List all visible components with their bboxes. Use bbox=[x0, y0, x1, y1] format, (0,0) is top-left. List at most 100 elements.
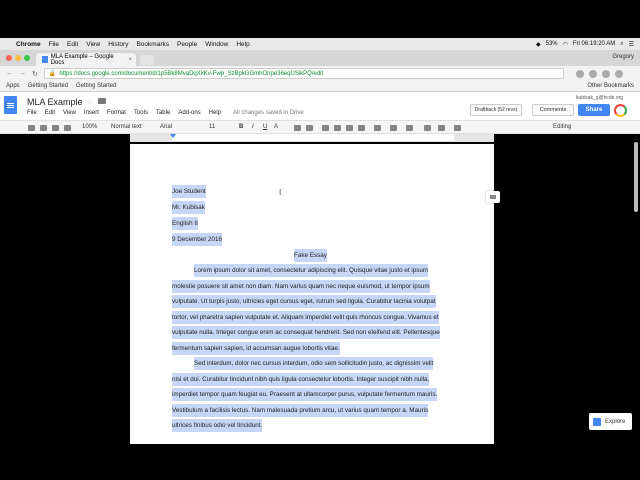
doc-line[interactable]: Sed interdum, dolor nec cursus interdum,… bbox=[194, 357, 434, 370]
docs-menu-table[interactable]: Table bbox=[156, 110, 170, 116]
share-button[interactable]: Share bbox=[578, 104, 610, 116]
doc-line[interactable]: vulputate. Ut turpis justo, ultricies eg… bbox=[172, 295, 436, 308]
battery-percent[interactable]: 53% bbox=[546, 41, 558, 47]
editing-mode-select[interactable]: Editing bbox=[553, 124, 571, 130]
profile-name[interactable]: Gregory bbox=[612, 54, 634, 60]
doc-line[interactable]: 9 December 2016 bbox=[172, 233, 223, 246]
align-justify-icon[interactable] bbox=[358, 125, 365, 131]
browser-tab[interactable]: MLA Example – Google Docs × bbox=[36, 53, 136, 66]
docs-menu-edit[interactable]: Edit bbox=[45, 110, 55, 116]
doc-line[interactable]: ultrices finibus odio vel tincidunt. bbox=[172, 419, 263, 432]
draftback-button[interactable]: Draftback (52 revs) bbox=[470, 104, 522, 116]
menu-view[interactable]: View bbox=[86, 41, 100, 48]
maximize-window-icon[interactable] bbox=[24, 55, 30, 61]
indent-marker-icon[interactable] bbox=[170, 134, 176, 138]
folder-icon[interactable] bbox=[98, 98, 106, 104]
doc-line[interactable]: vulputate nulla. Integer congue enim ac … bbox=[172, 326, 440, 339]
menu-help[interactable]: Help bbox=[236, 41, 249, 48]
wifi-icon[interactable]: ◠ bbox=[563, 41, 568, 48]
increase-indent-icon[interactable] bbox=[438, 125, 445, 131]
extension-icon[interactable] bbox=[588, 69, 597, 78]
doc-line[interactable]: Joe Student bbox=[172, 185, 206, 198]
undo-icon[interactable] bbox=[40, 125, 47, 131]
back-icon[interactable]: ← bbox=[6, 70, 13, 77]
address-bar[interactable]: 🔒 https://docs.google.com/document/d/1p5… bbox=[43, 68, 564, 79]
doc-essay-title[interactable]: Fake Essay bbox=[294, 249, 327, 262]
extension-icon-2[interactable] bbox=[601, 69, 610, 78]
italic-button[interactable]: I bbox=[252, 124, 254, 130]
doc-line[interactable]: Vestibulum a facilisis lectus. Nam males… bbox=[172, 404, 429, 417]
bookmark-getting-started-2[interactable]: Getting Started bbox=[76, 83, 116, 89]
menu-history[interactable]: History bbox=[108, 41, 128, 48]
close-tab-icon[interactable]: × bbox=[128, 57, 132, 63]
document-page[interactable]: Joe Student Mr. Kubisak English II 9 Dec… bbox=[130, 144, 494, 444]
zoom-select[interactable]: 100% bbox=[82, 124, 97, 130]
dropbox-icon[interactable]: ◆ bbox=[536, 41, 541, 48]
docs-menu-tools[interactable]: Tools bbox=[134, 110, 148, 116]
explore-button[interactable]: Explore bbox=[589, 413, 632, 430]
menu-window[interactable]: Window bbox=[205, 41, 228, 48]
bulleted-list-icon[interactable] bbox=[406, 125, 413, 131]
docs-menu-file[interactable]: File bbox=[27, 110, 37, 116]
ruler[interactable] bbox=[130, 134, 494, 142]
bold-button[interactable]: B bbox=[239, 124, 243, 130]
star-icon[interactable]: ☆ bbox=[86, 97, 93, 106]
docs-menu-format[interactable]: Format bbox=[107, 110, 126, 116]
close-window-icon[interactable] bbox=[6, 55, 12, 61]
add-comment-icon[interactable] bbox=[486, 191, 500, 203]
numbered-list-icon[interactable] bbox=[390, 125, 397, 131]
docs-menu-addons[interactable]: Add-ons bbox=[178, 110, 200, 116]
style-select[interactable]: Normal text bbox=[111, 124, 142, 130]
doc-line[interactable]: molestie posuere sit amet non diam. Nam … bbox=[172, 280, 430, 293]
align-right-icon[interactable] bbox=[346, 125, 353, 131]
align-left-icon[interactable] bbox=[322, 125, 329, 131]
comment-icon[interactable] bbox=[306, 125, 313, 131]
redo-icon[interactable] bbox=[52, 125, 59, 131]
menu-bookmarks[interactable]: Bookmarks bbox=[136, 41, 169, 48]
clock[interactable]: Fri 06:19:20 AM bbox=[573, 41, 615, 47]
minimize-window-icon[interactable] bbox=[15, 55, 21, 61]
font-size-select[interactable]: 11 bbox=[209, 124, 215, 130]
print-icon[interactable] bbox=[28, 125, 35, 131]
star-bookmark-icon[interactable] bbox=[575, 69, 584, 78]
forward-icon[interactable]: → bbox=[19, 70, 26, 77]
docs-home-icon[interactable] bbox=[4, 96, 17, 114]
doc-line[interactable]: imperdiet tempor quam feugiat eu. Praese… bbox=[172, 388, 438, 401]
doc-line[interactable]: English II bbox=[172, 217, 198, 230]
bookmark-getting-started[interactable]: Getting Started bbox=[28, 83, 68, 89]
docs-menu-view[interactable]: View bbox=[63, 110, 76, 116]
scrollbar[interactable] bbox=[634, 142, 638, 212]
menu-app-name[interactable]: Chrome bbox=[16, 41, 41, 48]
doc-line[interactable]: Mr. Kubisak bbox=[172, 201, 205, 214]
menu-edit[interactable]: Edit bbox=[67, 41, 78, 48]
chrome-menu-icon[interactable] bbox=[614, 69, 623, 78]
account-email[interactable]: kubisak_g@hcde.org bbox=[576, 95, 623, 101]
font-select[interactable]: Arial bbox=[160, 124, 172, 130]
comments-button[interactable]: Comments bbox=[532, 104, 574, 116]
reload-icon[interactable]: ↻ bbox=[32, 70, 38, 78]
menu-file[interactable]: File bbox=[49, 41, 59, 48]
docs-menu-insert[interactable]: Insert bbox=[84, 110, 99, 116]
clear-formatting-icon[interactable] bbox=[454, 125, 461, 131]
document-title[interactable]: MLA Example bbox=[27, 97, 83, 107]
menu-list-icon[interactable]: ☰ bbox=[629, 41, 634, 48]
bookmark-other[interactable]: Other Bookmarks bbox=[587, 83, 634, 89]
doc-line[interactable]: Lorem ipsum dolor sit amet, consectetur … bbox=[194, 264, 429, 277]
avatar[interactable] bbox=[614, 104, 627, 117]
docs-menu-help[interactable]: Help bbox=[209, 110, 221, 116]
link-icon[interactable] bbox=[294, 125, 301, 131]
line-spacing-icon[interactable] bbox=[374, 125, 381, 131]
align-center-icon[interactable] bbox=[334, 125, 341, 131]
decrease-indent-icon[interactable] bbox=[424, 125, 431, 131]
text-color-button[interactable]: A bbox=[274, 124, 278, 130]
save-status[interactable]: All changes saved in Drive bbox=[233, 110, 304, 116]
doc-line[interactable]: nisi et dui. Curabitur tincidunt nibh qu… bbox=[172, 373, 430, 386]
underline-button[interactable]: U bbox=[263, 124, 267, 130]
doc-line[interactable]: fermentum sapien sapien, id accumsan aug… bbox=[172, 342, 340, 355]
menu-people[interactable]: People bbox=[177, 41, 197, 48]
doc-line[interactable]: tortor, vel pharetra sapien vulputate et… bbox=[172, 311, 439, 324]
new-tab-button[interactable] bbox=[140, 55, 154, 65]
spotlight-icon[interactable]: ⌕ bbox=[620, 41, 623, 48]
bookmark-apps[interactable]: Apps bbox=[6, 83, 20, 89]
paint-format-icon[interactable] bbox=[64, 125, 71, 131]
